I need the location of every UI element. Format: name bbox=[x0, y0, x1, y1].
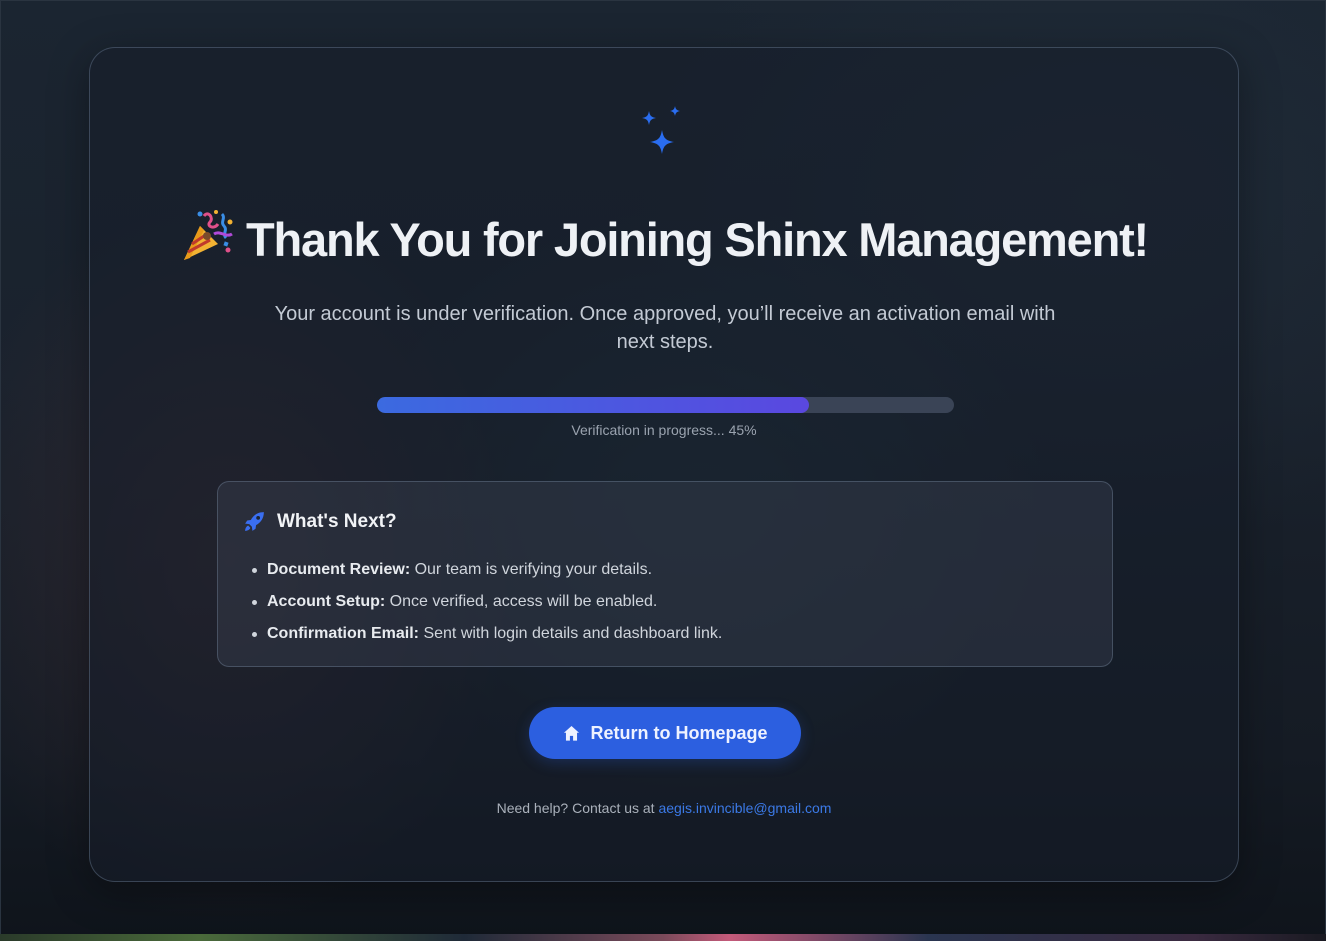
subtitle: Your account is under verification. Once… bbox=[274, 303, 1056, 353]
confirmation-card: Thank You for Joining Shinx Management! … bbox=[89, 47, 1239, 882]
support-email-link[interactable]: aegis.invincible@gmail.com bbox=[658, 800, 831, 816]
list-item-text: Sent with login details and dashboard li… bbox=[419, 625, 723, 642]
whats-next-heading: What's Next? bbox=[242, 509, 397, 534]
background-strip bbox=[0, 934, 1326, 941]
list-item: Confirmation Email: Sent with login deta… bbox=[252, 618, 722, 650]
whats-next-panel: What's Next? Document Review: Our team i… bbox=[217, 481, 1113, 667]
page-title-text: Thank You for Joining Shinx Management! bbox=[246, 213, 1149, 266]
verification-progress-fill bbox=[377, 397, 810, 413]
return-to-homepage-button[interactable]: Return to Homepage bbox=[529, 707, 801, 759]
whats-next-list: Document Review: Our team is verifying y… bbox=[252, 554, 722, 650]
home-icon bbox=[564, 725, 580, 741]
progress-label: Verification in progress... 45% bbox=[571, 422, 757, 438]
help-text: Need help? Contact us at aegis.invincibl… bbox=[90, 800, 1238, 816]
list-item-title: Confirmation Email: bbox=[267, 625, 420, 642]
page-title: Thank You for Joining Shinx Management! bbox=[90, 208, 1238, 267]
verification-progress-bar bbox=[377, 397, 954, 413]
list-item-text: Once verified, access will be enabled. bbox=[385, 593, 658, 610]
sparkles-icon bbox=[642, 106, 680, 154]
return-to-homepage-label: Return to Homepage bbox=[590, 722, 768, 743]
list-item-title: Account Setup: bbox=[267, 593, 386, 610]
list-item: Account Setup: Once verified, access wil… bbox=[252, 586, 722, 618]
rocket-icon bbox=[245, 512, 264, 531]
list-item-title: Document Review: bbox=[267, 561, 411, 578]
list-item-text: Our team is verifying your details. bbox=[410, 561, 653, 578]
list-item: Document Review: Our team is verifying y… bbox=[252, 554, 722, 586]
party-popper-icon bbox=[184, 210, 233, 260]
help-prefix: Need help? Contact us at bbox=[496, 800, 659, 816]
whats-next-title: What's Next? bbox=[277, 510, 397, 532]
